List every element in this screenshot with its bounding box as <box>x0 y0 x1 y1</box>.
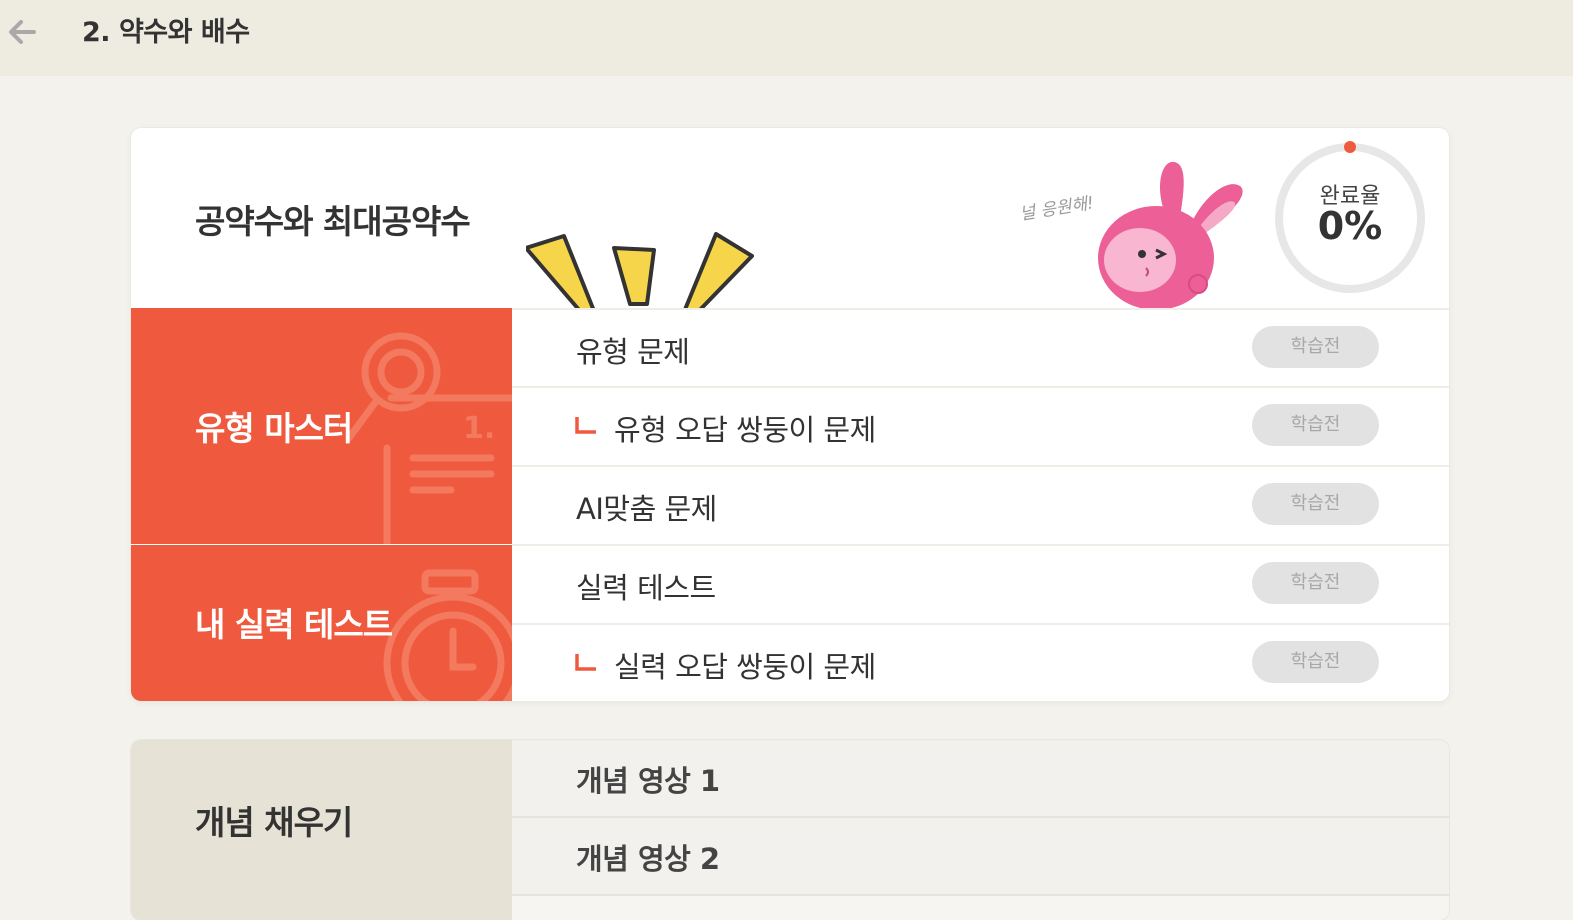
progress-value: 0% <box>1317 204 1383 248</box>
status-badge[interactable]: 학습전 <box>1252 641 1379 683</box>
unit-title: 공약수와 최대공약수 <box>195 202 471 241</box>
unit-card: 공약수와 최대공약수 널 응원해! 완료율 0% 1. 유형 마스터 내 실력 … <box>131 128 1449 701</box>
svg-text:1.: 1. <box>463 411 495 446</box>
concept-card: 개념 채우기 개념 영상 1 개념 영상 2 <box>131 740 1449 920</box>
section-skill-test: 내 실력 테스트 <box>131 545 512 701</box>
section-concept-fill: 개념 채우기 <box>131 740 512 920</box>
section-label: 내 실력 테스트 <box>195 605 393 644</box>
sub-item-arrow-icon <box>575 654 596 671</box>
list-item[interactable]: 유형 문제 학습전 <box>512 308 1449 388</box>
magnifier-document-icon: 1. <box>345 332 512 544</box>
section-label: 개념 채우기 <box>195 803 353 842</box>
item-label: 개념 영상 1 <box>576 764 720 798</box>
list-item[interactable]: AI맞춤 문제 학습전 <box>512 465 1449 545</box>
list-item[interactable]: 유형 오답 쌍둥이 문제 학습전 <box>512 386 1449 466</box>
item-label: 실력 테스트 <box>576 571 716 605</box>
item-label: 유형 문제 <box>576 335 690 369</box>
item-label: 실력 오답 쌍둥이 문제 <box>614 650 876 684</box>
item-label: AI맞춤 문제 <box>576 492 717 526</box>
status-badge[interactable]: 학습전 <box>1252 483 1379 525</box>
back-button[interactable] <box>4 12 44 52</box>
list-item[interactable]: 실력 테스트 학습전 <box>512 544 1449 624</box>
page-title: 2. 약수와 배수 <box>82 17 250 48</box>
cheer-text: 널 응원해! <box>1018 193 1096 225</box>
bunny-mascot-icon <box>1098 161 1243 310</box>
unit-card-header: 공약수와 최대공약수 널 응원해! 완료율 0% <box>131 128 1449 320</box>
status-badge[interactable]: 학습전 <box>1252 562 1379 604</box>
section-label: 유형 마스터 <box>195 409 353 448</box>
top-bar: 2. 약수와 배수 <box>0 0 1573 76</box>
sub-item-arrow-icon <box>575 417 596 434</box>
status-badge[interactable]: 학습전 <box>1252 404 1379 446</box>
back-arrow-icon[interactable] <box>4 12 44 52</box>
item-label: 유형 오답 쌍둥이 문제 <box>614 413 876 447</box>
list-item[interactable]: 개념 영상 2 <box>512 818 1449 896</box>
item-label: 개념 영상 2 <box>576 842 720 876</box>
section-type-master: 1. 유형 마스터 <box>131 308 512 544</box>
list-item[interactable]: 실력 오답 쌍둥이 문제 학습전 <box>512 623 1449 701</box>
lesson-list: 유형 문제 학습전 유형 오답 쌍둥이 문제 학습전 AI맞춤 문제 학습전 실… <box>512 308 1449 701</box>
list-item[interactable]: 개념 영상 1 <box>512 740 1449 818</box>
status-badge[interactable]: 학습전 <box>1252 326 1379 368</box>
